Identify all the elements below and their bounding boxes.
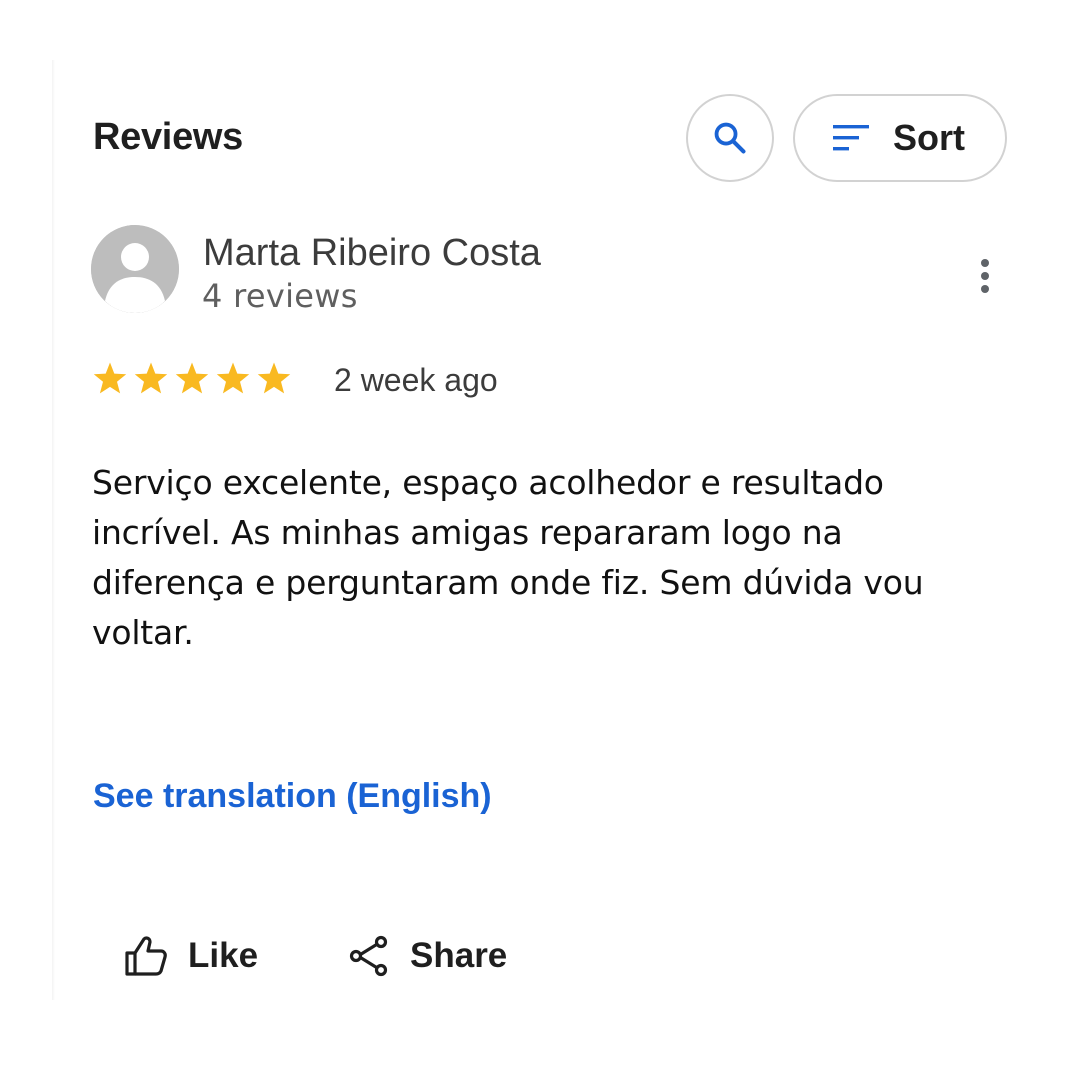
star-icon	[134, 362, 168, 394]
search-button[interactable]	[686, 94, 774, 182]
reviewer-name[interactable]: Marta Ribeiro Costa	[203, 232, 541, 275]
page-title: Reviews	[93, 116, 243, 158]
share-icon	[348, 935, 390, 977]
sort-lines-icon	[833, 125, 869, 151]
avatar[interactable]	[91, 225, 179, 313]
share-button[interactable]: Share	[348, 930, 507, 982]
review-time: 2 week ago	[334, 362, 498, 398]
search-icon	[711, 119, 749, 157]
thumbs-up-icon	[124, 935, 168, 977]
like-label: Like	[188, 936, 259, 975]
like-button[interactable]: Like	[124, 930, 258, 982]
star-icon	[175, 362, 209, 394]
see-translation-link[interactable]: See translation (English)	[93, 777, 492, 816]
star-rating	[92, 361, 297, 397]
sort-label: Sort	[893, 117, 965, 158]
review-text: Serviço excelente, espaço acolhedor e re…	[92, 463, 924, 652]
panel-edge	[52, 60, 55, 1000]
star-icon	[257, 362, 291, 394]
default-person-icon	[91, 225, 179, 313]
reviewer-review-count: 4 reviews	[202, 277, 358, 315]
star-icon	[216, 362, 250, 394]
more-options-button[interactable]	[968, 252, 1002, 300]
sort-button[interactable]: Sort	[793, 94, 1007, 182]
star-icon	[93, 362, 127, 394]
share-label: Share	[410, 936, 508, 975]
vertical-dots-icon	[980, 258, 990, 294]
